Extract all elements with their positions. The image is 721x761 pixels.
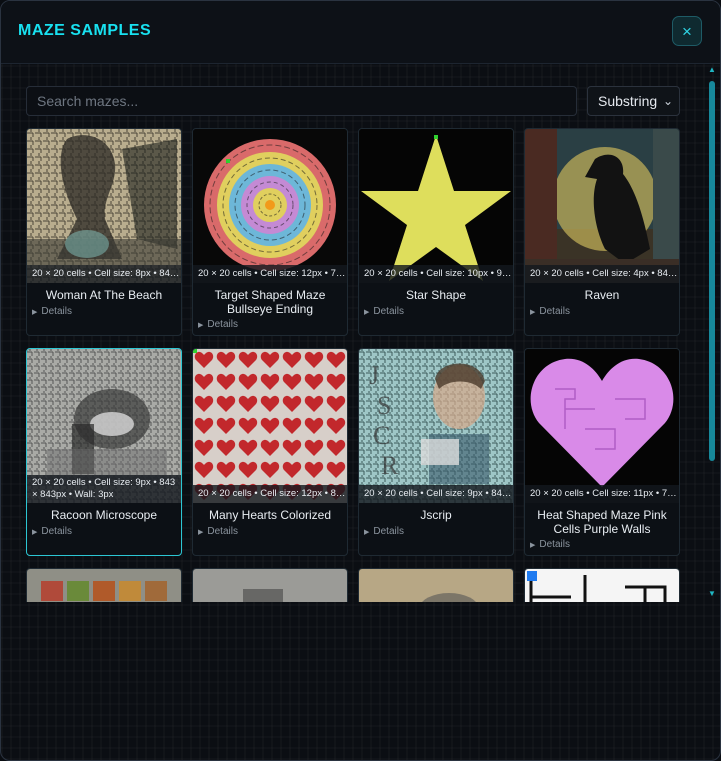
maze-card-raven[interactable]: 20 × 20 cells • Cell size: 4px • 84… Rav… [524, 128, 680, 336]
maze-thumbnail [525, 349, 679, 503]
maze-meta: 20 × 20 cells • Cell size: 9px • 843 × 8… [27, 475, 181, 503]
maze-meta: 20 × 20 cells • Cell size: 11px • 7… [525, 485, 679, 503]
vertical-scrollbar[interactable]: ▲ ▼ [707, 65, 717, 601]
details-toggle[interactable]: ▶ Details [32, 306, 72, 317]
svg-text:C: C [373, 421, 390, 450]
maze-card-jscrip[interactable]: J S C R 20 × 20 cells • Cell size: 9px •… [358, 348, 514, 556]
maze-thumbnail [525, 129, 679, 283]
details-toggle[interactable]: ▶ Details [32, 526, 72, 537]
maze-card-woman-at-the-beach[interactable]: 20 × 20 cells • Cell size: 8px • 84… Wom… [26, 128, 182, 336]
maze-name: Raven [584, 288, 620, 302]
maze-name: Target Shaped Maze Bullseye Ending [214, 288, 326, 316]
maze-name: Racoon Microscope [50, 508, 158, 522]
caret-right-icon: ▶ [364, 309, 370, 316]
maze-meta: 20 × 20 cells • Cell size: 8px • 84… [27, 265, 181, 283]
details-toggle[interactable]: ▶ Details [530, 539, 570, 550]
details-toggle[interactable]: ▶ Details [364, 526, 404, 537]
maze-grid: 20 × 20 cells • Cell size: 8px • 84… Wom… [26, 128, 681, 602]
maze-thumbnail [359, 569, 513, 602]
close-button[interactable]: × [672, 16, 702, 46]
maze-card-heart-pink[interactable]: 20 × 20 cells • Cell size: 11px • 7… Hea… [524, 348, 680, 556]
modal-header: MAZE SAMPLES × [1, 1, 720, 64]
maze-samples-modal: MAZE SAMPLES × Substring ⌄ 20 × 20 cells… [0, 0, 721, 761]
maze-name: Jscrip [420, 508, 452, 522]
caret-right-icon: ▶ [198, 529, 204, 536]
details-toggle[interactable]: ▶ Details [198, 319, 238, 330]
maze-name: Star Shape [405, 288, 467, 302]
maze-card-star-shape[interactable]: 20 × 20 cells • Cell size: 10px • 9… Sta… [358, 128, 514, 336]
maze-thumbnail [27, 569, 181, 602]
maze-thumbnail: J S C R [359, 349, 513, 503]
maze-meta: 20 × 20 cells • Cell size: 4px • 84… [525, 265, 679, 283]
close-icon: × [682, 22, 692, 41]
maze-thumbnail [525, 569, 679, 602]
maze-card-partial[interactable] [26, 568, 182, 602]
maze-meta: 20 × 20 cells • Cell size: 12px • 8… [193, 485, 347, 503]
maze-card-partial[interactable] [358, 568, 514, 602]
maze-name: Many Hearts Colorized [208, 508, 332, 522]
svg-text:R: R [381, 451, 399, 480]
search-input[interactable] [26, 86, 577, 116]
maze-card-partial[interactable] [192, 568, 348, 602]
caret-right-icon: ▶ [364, 529, 370, 536]
maze-card-racoon-microscope[interactable]: 20 × 20 cells • Cell size: 9px • 843 × 8… [26, 348, 182, 556]
match-mode-select[interactable]: Substring ⌄ [587, 86, 680, 116]
caret-right-icon: ▶ [530, 542, 536, 549]
maze-thumbnail [193, 569, 347, 602]
caret-right-icon: ▶ [198, 322, 204, 329]
maze-thumbnail [359, 129, 513, 283]
details-toggle[interactable]: ▶ Details [198, 526, 238, 537]
details-toggle[interactable]: ▶ Details [364, 306, 404, 317]
svg-text:J: J [369, 361, 379, 390]
maze-thumbnail [27, 129, 181, 283]
scrollbar-thumb[interactable] [709, 81, 715, 461]
maze-card-partial[interactable] [524, 568, 680, 602]
maze-name: Heat Shaped Maze Pink Cells Purple Walls [537, 508, 667, 536]
caret-right-icon: ▶ [32, 529, 38, 536]
maze-meta: 20 × 20 cells • Cell size: 9px • 84… [359, 485, 513, 503]
details-toggle[interactable]: ▶ Details [530, 306, 570, 317]
caret-right-icon: ▶ [32, 309, 38, 316]
maze-thumbnail [193, 129, 347, 283]
scroll-up-icon[interactable]: ▲ [708, 65, 716, 74]
caret-right-icon: ▶ [530, 309, 536, 316]
maze-meta: 20 × 20 cells • Cell size: 12px • 7… [193, 265, 347, 283]
maze-name: Woman At The Beach [45, 288, 163, 302]
scroll-down-icon[interactable]: ▼ [708, 589, 716, 598]
maze-card-target-bullseye[interactable]: 20 × 20 cells • Cell size: 12px • 7… Tar… [192, 128, 348, 336]
maze-card-many-hearts[interactable]: 20 × 20 cells • Cell size: 12px • 8… Man… [192, 348, 348, 556]
svg-text:S: S [377, 391, 391, 420]
match-mode-value: Substring [598, 93, 658, 109]
chevron-down-icon: ⌄ [662, 94, 673, 108]
modal-title: MAZE SAMPLES [18, 22, 152, 39]
maze-meta: 20 × 20 cells • Cell size: 10px • 9… [359, 265, 513, 283]
maze-thumbnail [193, 349, 347, 503]
